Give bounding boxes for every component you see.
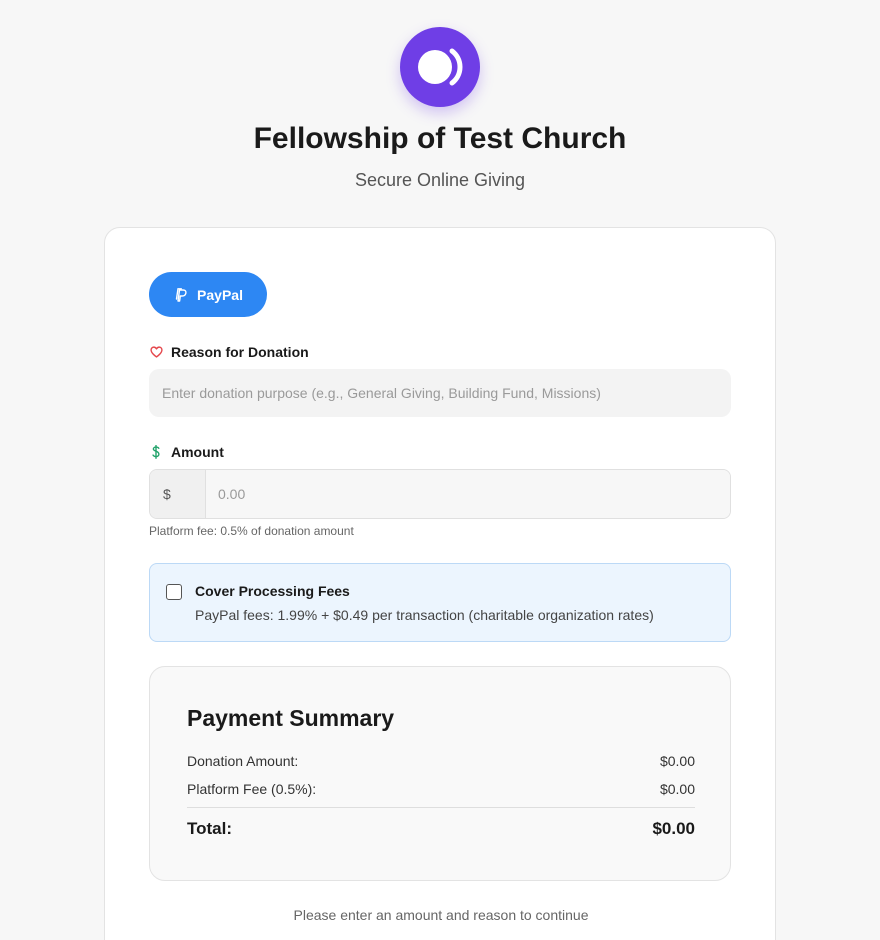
cover-fees-description: PayPal fees: 1.99% + $0.49 per transacti… — [195, 607, 654, 623]
payment-summary: Payment Summary Donation Amount: $0.00 P… — [149, 666, 731, 881]
amount-field: $ — [149, 469, 731, 519]
reason-input[interactable] — [149, 369, 731, 417]
currency-symbol: $ — [150, 470, 206, 518]
paypal-icon — [175, 287, 187, 302]
cover-fees-box: Cover Processing Fees PayPal fees: 1.99%… — [149, 563, 731, 642]
platform-fee-value: $0.00 — [659, 781, 695, 797]
amount-label-text: Amount — [171, 444, 224, 460]
page-tagline: Secure Online Giving — [354, 170, 526, 190]
summary-row-fee: Platform Fee (0.5%): $0.00 — [187, 781, 695, 797]
amount-input[interactable] — [206, 470, 730, 518]
amount-label: Amount — [149, 444, 224, 460]
paypal-button-label: PayPal — [197, 286, 243, 303]
total-value: $0.00 — [652, 819, 695, 838]
reason-label-text: Reason for Donation — [171, 344, 309, 360]
heart-icon — [149, 345, 163, 359]
paypal-button[interactable]: PayPal — [149, 272, 267, 317]
church-logo — [400, 27, 480, 107]
reason-label: Reason for Donation — [149, 344, 309, 360]
platform-fee-note: Platform fee: 0.5% of donation amount — [149, 524, 354, 538]
summary-divider — [187, 807, 695, 808]
summary-title: Payment Summary — [187, 705, 395, 731]
donation-amount-value: $0.00 — [659, 753, 695, 769]
continue-message: Please enter an amount and reason to con… — [293, 907, 589, 923]
total-label: Total: — [187, 819, 233, 838]
donation-amount-label: Donation Amount: — [187, 753, 299, 769]
dollar-icon — [149, 445, 163, 459]
logo-mark-icon — [418, 48, 463, 86]
platform-fee-label: Platform Fee (0.5%): — [187, 781, 317, 797]
donation-card: PayPal Reason for Donation Amount $ Plat… — [104, 227, 776, 940]
summary-row-donation: Donation Amount: $0.00 — [187, 753, 695, 769]
cover-fees-checkbox[interactable] — [166, 584, 182, 600]
summary-row-total: Total: $0.00 — [187, 819, 695, 839]
cover-fees-title: Cover Processing Fees — [195, 583, 350, 599]
organization-name: Fellowship of Test Church — [253, 122, 627, 155]
